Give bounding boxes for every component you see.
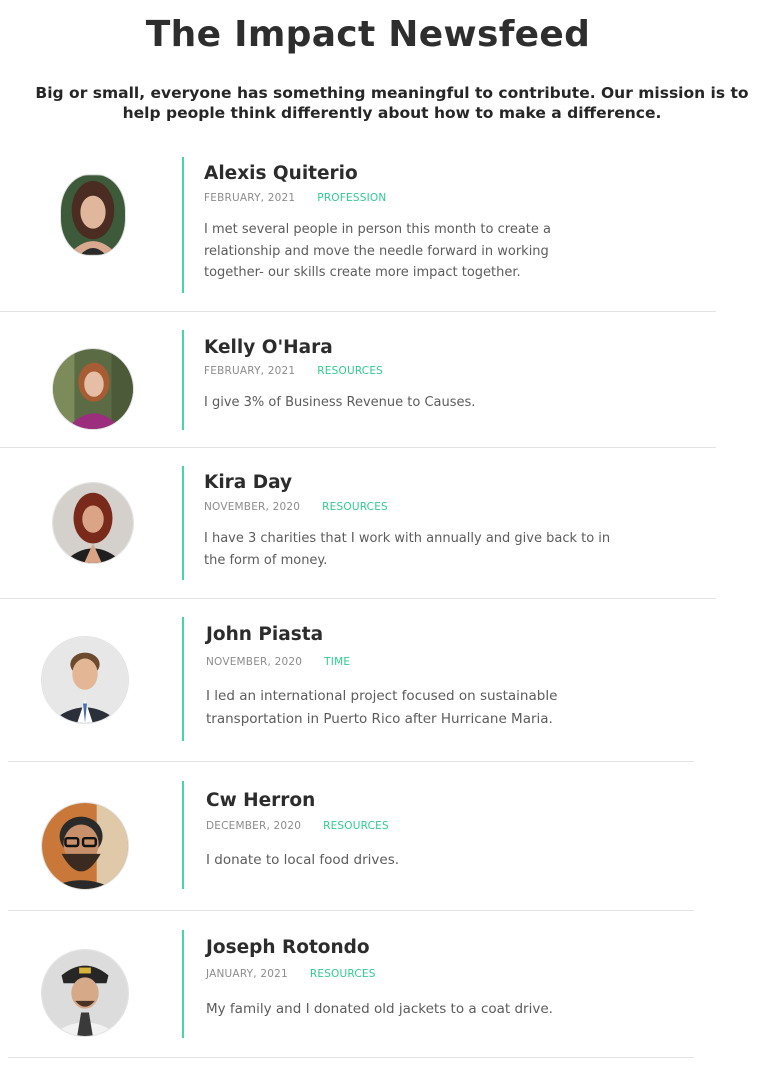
entry-divider (0, 598, 716, 599)
entry-text: My family and I donated old jackets to a… (206, 1001, 553, 1017)
avatar (41, 949, 129, 1037)
entry-meta: DECEMBER, 2020 RESOURCES (206, 820, 389, 832)
entry-text: I met several people in person this mont… (204, 222, 551, 280)
entry-category: RESOURCES (309, 968, 376, 980)
entry-category: TIME (324, 656, 351, 668)
entry-meta: NOVEMBER, 2020 TIME (206, 656, 350, 668)
entry-author-name: John Piasta (206, 624, 324, 645)
entry-text: I donate to local food drives. (206, 852, 400, 868)
entry-category: PROFESSION (317, 192, 387, 204)
entry-author-name: Cw Herron (206, 790, 316, 811)
entry-author-name: Alexis Quiterio (204, 163, 358, 184)
entry-text: I give 3% of Business Revenue to Causes. (204, 395, 476, 410)
entry-accent-line (182, 781, 184, 889)
entry-category: RESOURCES (322, 501, 388, 513)
portrait-photo-icon (42, 803, 128, 889)
portrait-photo-icon (42, 950, 128, 1036)
newsfeed-page: The Impact Newsfeed Big or small, everyo… (0, 0, 768, 1072)
avatar (52, 482, 134, 564)
entry-date: NOVEMBER, 2020 (206, 656, 303, 668)
page-title: The Impact Newsfeed (145, 14, 591, 55)
entry-meta: NOVEMBER, 2020 RESOURCES (204, 501, 388, 513)
entry-date: NOVEMBER, 2020 (204, 501, 301, 513)
entry-accent-line (182, 157, 184, 293)
entry-divider (0, 311, 716, 312)
portrait-photo-icon (53, 483, 133, 563)
entry-author-name: Kira Day (204, 472, 293, 493)
page-subtitle: Big or small, everyone has something mea… (35, 84, 749, 122)
entry-divider (0, 447, 716, 448)
entry-meta: JANUARY, 2021 RESOURCES (206, 968, 376, 980)
entry-author-name: Joseph Rotondo (206, 937, 370, 958)
entry-date: FEBRUARY, 2021 (204, 365, 296, 377)
avatar (52, 348, 134, 430)
entry-meta: FEBRUARY, 2021 PROFESSION (204, 192, 386, 204)
portrait-photo-icon (42, 637, 128, 723)
entry-meta: FEBRUARY, 2021 RESOURCES (204, 365, 383, 377)
entry-text: I led an international project focused o… (206, 688, 558, 727)
entry-divider (8, 1057, 694, 1058)
entry-accent-line (182, 330, 184, 430)
avatar (60, 174, 126, 256)
entry-category: RESOURCES (323, 820, 389, 832)
entry-accent-line (182, 617, 184, 741)
portrait-photo-icon (53, 349, 133, 429)
entry-date: JANUARY, 2021 (206, 968, 288, 980)
entry-date: FEBRUARY, 2021 (204, 192, 296, 204)
entry-date: DECEMBER, 2020 (206, 820, 302, 832)
entry-author-name: Kelly O'Hara (204, 337, 333, 358)
portrait-photo-icon (61, 175, 125, 255)
entry-category: RESOURCES (317, 365, 384, 377)
avatar (41, 636, 129, 724)
entry-text: I have 3 charities that I work with annu… (204, 531, 611, 568)
avatar (41, 802, 129, 890)
entry-divider (8, 910, 694, 911)
entry-accent-line (182, 466, 184, 580)
entry-accent-line (182, 930, 184, 1038)
entry-divider (8, 761, 694, 762)
